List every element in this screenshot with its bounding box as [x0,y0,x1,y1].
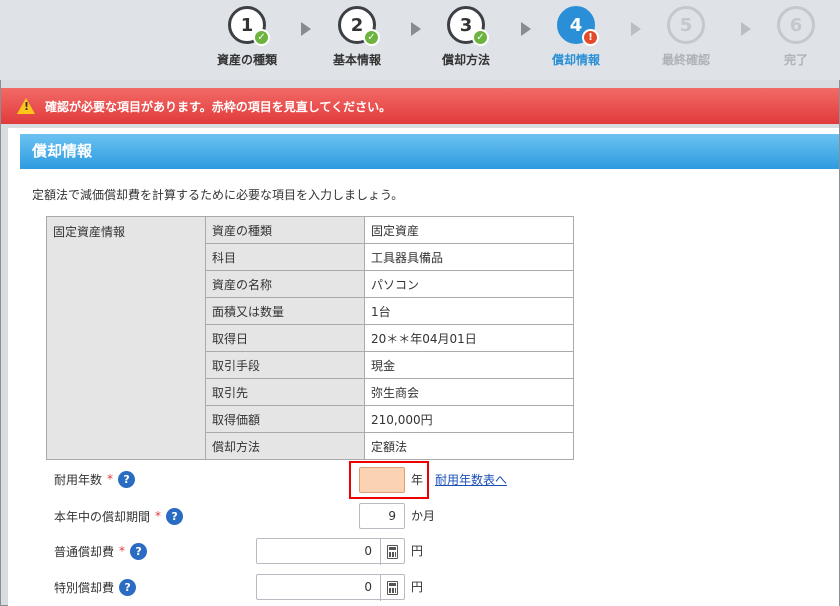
step-4-circle: 4 ! [557,6,599,46]
useful-life-row: 耐用年数 * ? [54,465,136,493]
useful-life-table-link[interactable]: 耐用年数表へ [435,467,507,493]
special-dep-unit: 円 [411,580,424,594]
step-1: 1 ✓ 資産の種類 [192,6,302,68]
step-2-label: 基本情報 [332,53,381,67]
check-icon: ✓ [472,29,489,46]
normal-dep-value: 0 [364,544,372,558]
table-value: 210,000円 [364,405,574,433]
useful-life-label: 耐用年数 [54,472,103,487]
period-unit: か月 [411,509,436,523]
table-value: パソコン [364,270,574,298]
check-icon: ✓ [253,29,270,46]
required-mark: * [155,509,162,523]
table-value: 現金 [364,351,574,379]
step-5-label: 最終確認 [661,53,710,67]
table-value: 1台 [364,297,574,325]
table-key: 償却方法 [205,432,365,460]
step-1-number: 1 [240,15,254,36]
required-mark: * [119,544,126,558]
check-icon: ✓ [363,29,380,46]
warning-icon: ! [17,98,35,114]
warning-banner: ! 確認が必要な項目があります。赤枠の項目を見直してください。 [1,88,839,124]
step-6-number: 6 [789,15,803,36]
help-icon[interactable]: ? [166,507,184,525]
step-3-number: 3 [459,15,473,36]
step-3: 3 ✓ 償却方法 [411,6,521,68]
step-6-label: 完了 [783,53,808,67]
panel-intro: 定額法で減価償却費を計算するために必要な項目を入力しましょう。 [32,188,404,202]
table-value: 固定資産 [364,216,574,244]
table-key: 取引手段 [205,351,365,379]
panel-title: 償却情報 [20,134,839,169]
special-dep-label: 特別償却費 [54,580,115,595]
special-dep-value: 0 [364,580,372,594]
table-value: 定額法 [364,432,574,460]
normal-dep-label: 普通償却費 [54,544,115,559]
step-4-number: 4 [569,15,583,36]
depreciation-panel: 償却情報 定額法で減価償却費を計算するために必要な項目を入力しましょう。 固定資… [8,128,839,606]
progress-stepper: 1 ✓ 資産の種類 2 ✓ 基本情報 3 ✓ 償却方法 4 ! 償却情報 5 最… [0,0,840,80]
normal-dep-unit: 円 [411,544,424,558]
help-icon[interactable]: ? [130,542,148,560]
required-mark: * [107,472,114,486]
step-5-number: 5 [679,15,693,36]
calculator-icon [387,545,398,559]
asset-info-table: 固定資産情報 資産の種類 固定資産 科目 工具器具備品 資産の名称 パソコン 面… [46,216,574,460]
normal-dep-row: 普通償却費 * ? [54,537,148,565]
asset-info-group-label: 固定資産情報 [46,216,206,460]
useful-life-input[interactable] [359,467,405,493]
table-value: 工具器具備品 [364,243,574,271]
table-key: 取得価額 [205,405,365,433]
step-4: 4 ! 償却情報 [521,6,631,68]
calculator-button[interactable] [380,539,404,565]
special-dep-input[interactable]: 0 [256,574,405,601]
table-key: 面積又は数量 [205,297,365,325]
table-value: 20＊＊年04月01日 [364,324,574,352]
step-6: 6 完了 [741,6,840,68]
warning-message: 確認が必要な項目があります。赤枠の項目を見直してください。 [45,99,392,114]
exclamation-icon: ! [582,29,599,46]
table-key: 資産の種類 [205,216,365,244]
table-row: 固定資産情報 資産の種類 固定資産 [46,216,574,460]
useful-life-unit: 年 [411,473,424,487]
help-icon[interactable]: ? [119,578,137,596]
step-2-circle: 2 ✓ [338,6,380,46]
calculator-icon [387,581,398,595]
period-input[interactable]: 9 [359,503,405,529]
step-6-circle: 6 [777,6,815,44]
step-5-circle: 5 [667,6,705,44]
step-1-circle: 1 ✓ [228,6,270,46]
step-1-label: 資産の種類 [216,53,277,67]
step-2-number: 2 [350,15,364,36]
step-3-circle: 3 ✓ [447,6,489,46]
table-value: 弥生商会 [364,378,574,406]
period-label: 本年中の償却期間 [54,509,151,524]
step-2: 2 ✓ 基本情報 [302,6,412,68]
help-icon[interactable]: ? [118,470,136,488]
normal-dep-input[interactable]: 0 [256,538,405,565]
period-row: 本年中の償却期間 * ? [54,502,184,530]
special-dep-row: 特別償却費 ? [54,573,137,601]
table-key: 資産の名称 [205,270,365,298]
table-key: 科目 [205,243,365,271]
table-key: 取得日 [205,324,365,352]
step-4-label: 償却情報 [551,53,600,67]
step-3-label: 償却方法 [441,53,490,67]
table-key: 取引先 [205,378,365,406]
calculator-button[interactable] [380,575,404,601]
step-5: 5 最終確認 [631,6,741,68]
